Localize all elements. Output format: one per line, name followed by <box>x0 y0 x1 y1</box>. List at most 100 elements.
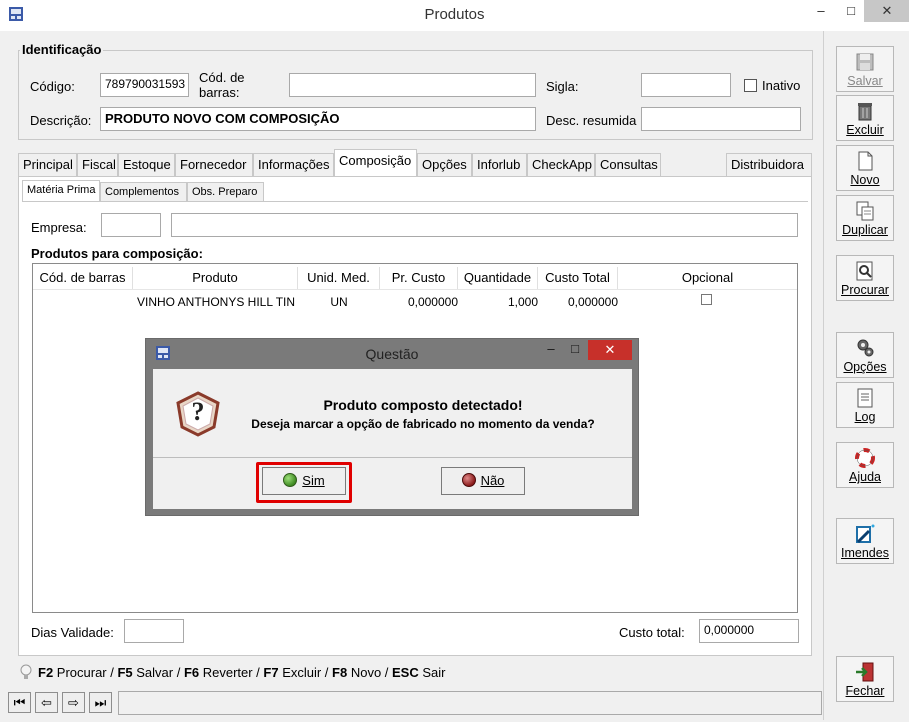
cod-barras-label: Cód. de barras: <box>199 70 245 100</box>
subtab-materia-prima[interactable]: Matéria Prima <box>22 180 100 202</box>
tab-informacoes[interactable]: Informações <box>253 153 334 177</box>
tab-distribuidora[interactable]: Distribuidora <box>726 153 812 177</box>
col-opcional[interactable]: Opcional <box>618 267 797 289</box>
descricao-label: Descrição: <box>30 113 92 128</box>
col-pr-custo[interactable]: Pr. Custo <box>380 267 458 289</box>
prev-record-button[interactable]: ⇦ <box>35 692 58 713</box>
questao-dialog: Questão – □ ✕ ? Produto composto detecta… <box>145 338 639 516</box>
col-unid-med[interactable]: Unid. Med. <box>298 267 380 289</box>
identificacao-title: Identificação <box>20 42 104 57</box>
tab-fornecedor[interactable]: Fornecedor <box>175 153 253 177</box>
codigo-field[interactable]: 789790031593 <box>100 73 189 97</box>
col-custo-total[interactable]: Custo Total <box>538 267 618 289</box>
next-record-button[interactable]: ⇨ <box>62 692 85 713</box>
dialog-minimize-button[interactable]: – <box>540 341 562 361</box>
question-mark: ? <box>191 397 205 426</box>
subtab-divider <box>22 201 808 202</box>
maximize-button[interactable]: □ <box>836 0 866 22</box>
tab-estoque[interactable]: Estoque <box>118 153 175 177</box>
fechar-label: Fechar <box>845 684 885 698</box>
salvar-button[interactable]: Salvar <box>836 46 894 92</box>
subtab-obs-preparo[interactable]: Obs. Preparo <box>187 182 264 202</box>
cod-barras-field[interactable] <box>289 73 536 97</box>
dialog-message: Deseja marcar a opção de fabricado no mo… <box>251 417 595 431</box>
opcoes-label: Opções <box>843 360 887 374</box>
minimize-button[interactable]: – <box>806 0 836 22</box>
descricao-field[interactable]: PRODUTO NOVO COM COMPOSIÇÃO <box>100 107 536 131</box>
col-quantidade[interactable]: Quantidade <box>458 267 538 289</box>
shortcut-label-excluir: Excluir / <box>278 665 333 680</box>
excluir-button[interactable]: Excluir <box>836 95 894 141</box>
nao-button[interactable]: Não <box>441 467 525 495</box>
first-record-button[interactable]: ⏮ <box>8 692 31 713</box>
cell-unid: UN <box>330 295 348 309</box>
exit-door-icon <box>854 661 876 683</box>
ajuda-button[interactable]: Ajuda <box>836 442 894 488</box>
new-document-icon <box>854 150 876 172</box>
fechar-button[interactable]: Fechar <box>836 656 894 702</box>
dialog-maximize-button[interactable]: □ <box>564 341 586 361</box>
sim-label: Sim <box>302 473 325 488</box>
log-label: Log <box>854 410 876 424</box>
tab-fiscal[interactable]: Fiscal <box>77 153 118 177</box>
tab-principal[interactable]: Principal <box>18 153 77 177</box>
duplicar-button[interactable]: Duplicar <box>836 195 894 241</box>
dialog-separator <box>153 457 632 458</box>
tab-inforlub[interactable]: Inforlub <box>472 153 527 177</box>
novo-button[interactable]: Novo <box>836 145 894 191</box>
imendes-label: Imendes <box>841 546 889 560</box>
shortcut-key-f6: F6 <box>183 665 200 680</box>
shortcut-label-novo: Novo / <box>347 665 393 680</box>
composicao-section-title: Produtos para composição: <box>31 246 203 261</box>
excluir-label: Excluir <box>846 123 884 137</box>
dialog-heading: Produto composto detectado! <box>323 397 523 413</box>
inativo-checkbox[interactable] <box>744 79 757 92</box>
status-bar <box>118 691 822 715</box>
opcoes-button[interactable]: Opções <box>836 332 894 378</box>
procurar-label: Procurar <box>841 283 889 297</box>
inativo-label: Inativo <box>762 78 801 93</box>
col-cod-barras[interactable]: Cód. de barras <box>33 267 133 289</box>
opcional-checkbox[interactable] <box>701 294 712 305</box>
empresa-label: Empresa: <box>31 220 87 235</box>
shortcut-label-reverter: Reverter / <box>199 665 264 680</box>
shortcut-bar: F2 Procurar / F5 Salvar / F6 Reverter / … <box>38 665 445 680</box>
search-icon <box>854 260 876 282</box>
tab-consultas[interactable]: Consultas <box>595 153 661 177</box>
cell-pr-custo: 0,000000 <box>407 295 458 309</box>
cell-cod-barras <box>33 292 133 312</box>
last-record-button[interactable]: ⏭ <box>89 692 112 713</box>
col-produto[interactable]: Produto <box>133 267 298 289</box>
sim-button[interactable]: Sim <box>262 467 346 495</box>
close-button[interactable]: ✕ <box>864 0 909 22</box>
cell-quantidade: 1,000 <box>507 295 538 309</box>
dialog-close-button[interactable]: ✕ <box>588 340 632 360</box>
shortcut-key-esc: ESC <box>392 665 419 680</box>
title-bar: Produtos – □ ✕ <box>0 0 909 31</box>
empresa-code-field[interactable] <box>101 213 161 237</box>
trash-icon <box>854 100 876 122</box>
custo-total-field: 0,000000 <box>699 619 799 643</box>
dialog-content: ? Produto composto detectado! Deseja mar… <box>153 369 632 509</box>
log-button[interactable]: Log <box>836 382 894 428</box>
dias-validade-field[interactable] <box>124 619 184 643</box>
lightbulb-icon <box>18 663 34 681</box>
log-icon <box>854 387 876 409</box>
tab-composicao[interactable]: Composição <box>334 149 417 176</box>
tab-opcoes[interactable]: Opções <box>417 153 472 177</box>
red-circle-icon <box>461 473 476 487</box>
table-row[interactable]: VINHO ANTHONYS HILL TIN UN 0,000000 1,00… <box>33 292 797 312</box>
imendes-button[interactable]: Imendes <box>836 518 894 564</box>
duplicar-label: Duplicar <box>842 223 888 237</box>
cell-produto: VINHO ANTHONYS HILL TIN <box>137 295 296 309</box>
sigla-field[interactable] <box>641 73 731 97</box>
desc-resumida-field[interactable] <box>641 107 801 131</box>
codigo-label: Código: <box>30 79 75 94</box>
tab-checkapp[interactable]: CheckApp <box>527 153 595 177</box>
empresa-name-field[interactable] <box>171 213 798 237</box>
nao-label: Não <box>480 473 505 488</box>
procurar-button[interactable]: Procurar <box>836 255 894 301</box>
grid-header-divider <box>33 289 797 290</box>
subtab-complementos[interactable]: Complementos <box>100 182 187 202</box>
dias-validade-label: Dias Validade: <box>31 625 114 640</box>
